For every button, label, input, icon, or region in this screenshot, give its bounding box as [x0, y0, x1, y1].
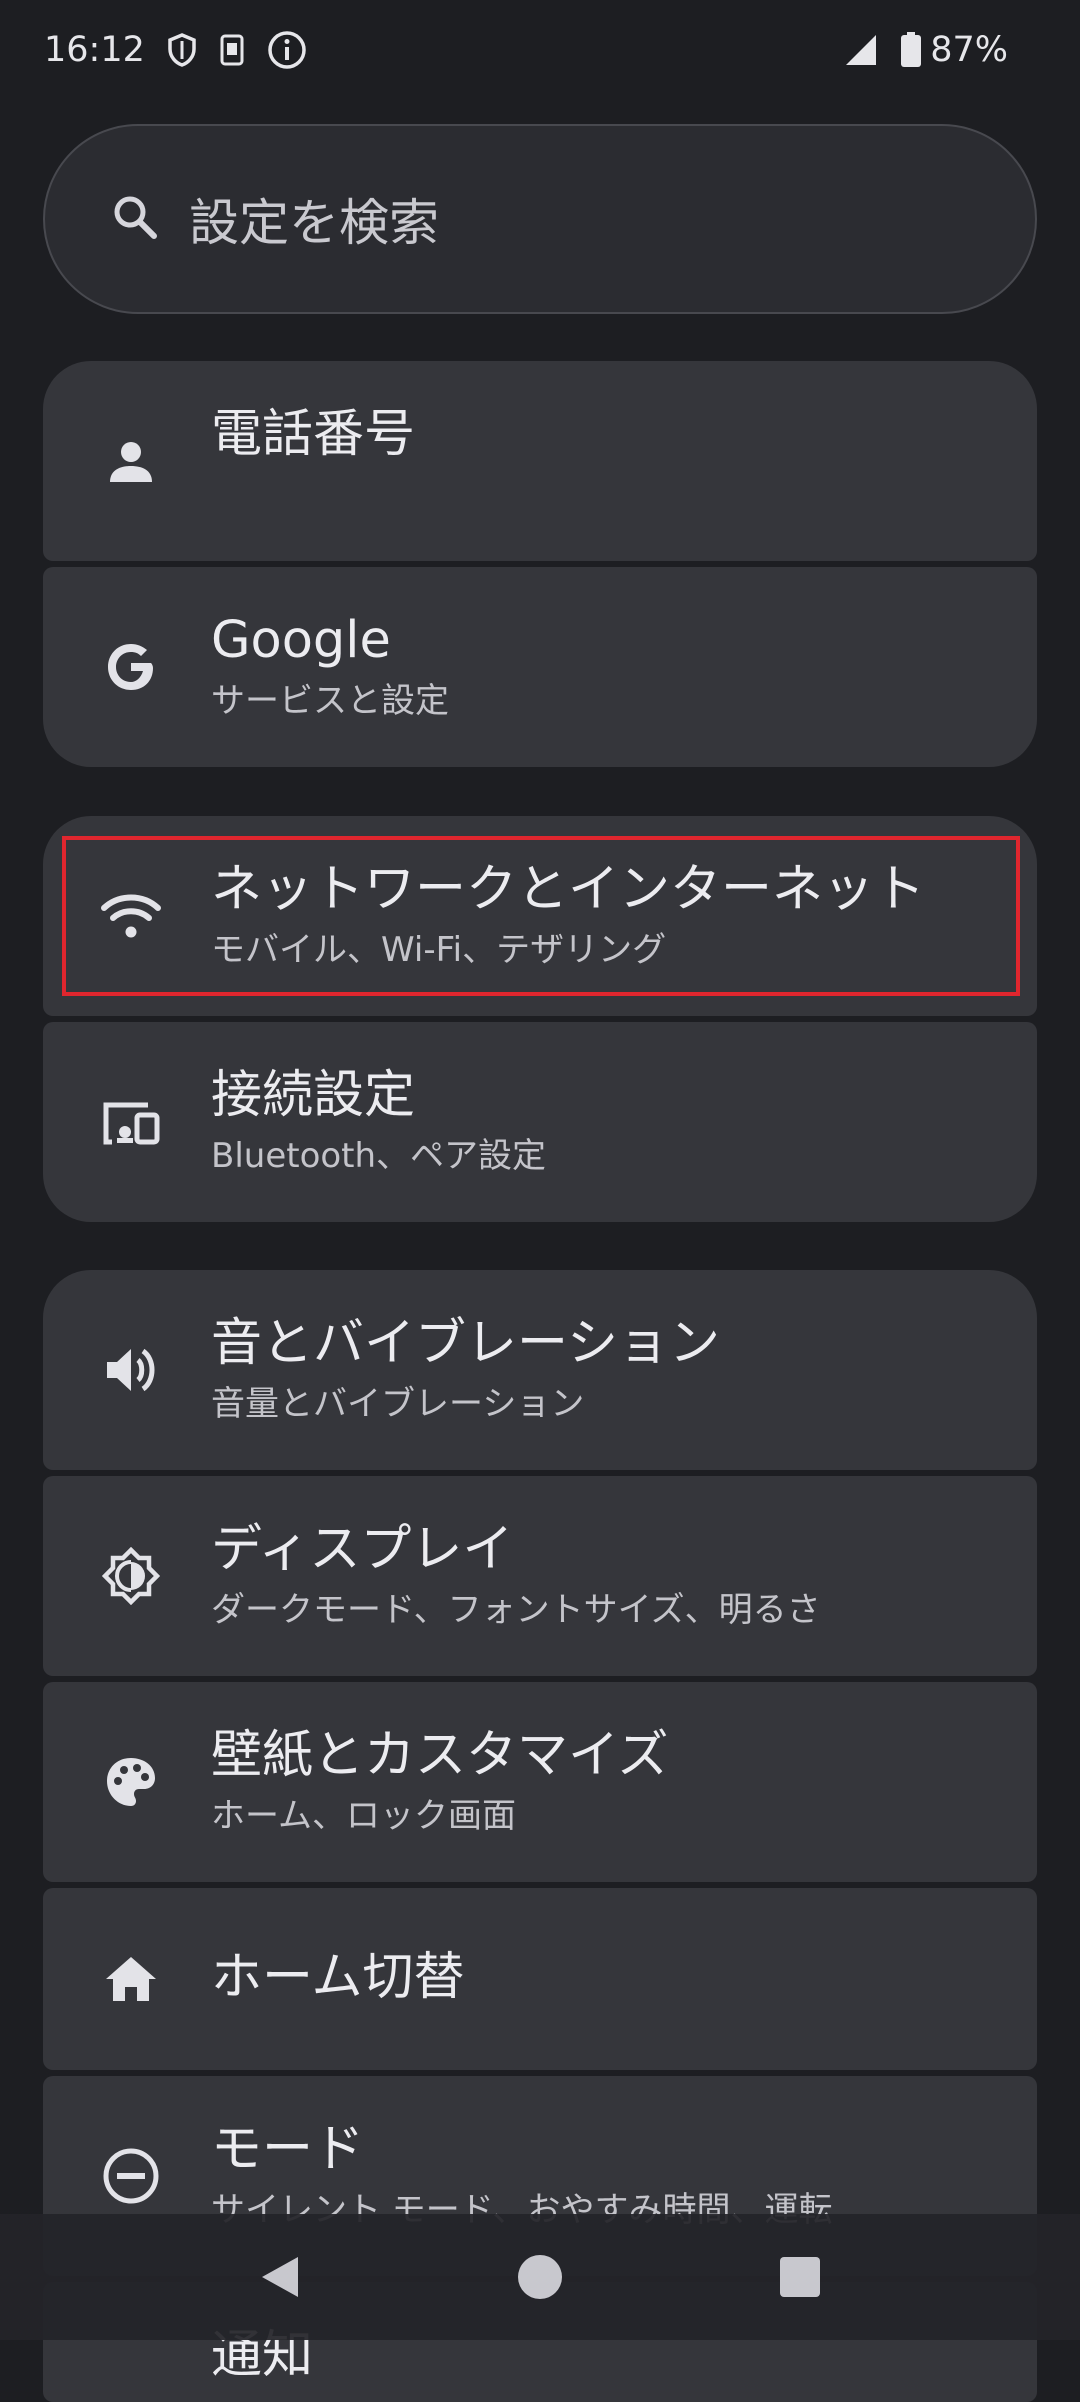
shield-icon: [167, 33, 197, 67]
navigation-bar: [0, 2214, 1080, 2340]
sim-icon: [219, 34, 245, 66]
home-icon: [101, 1949, 161, 2009]
item-subtitle: ダークモード、フォントサイズ、明るさ: [211, 1590, 821, 1630]
volume-icon: [101, 1340, 161, 1400]
battery-icon: [900, 32, 922, 68]
item-title: 接続設定: [211, 1066, 416, 1125]
item-title: ディスプレイ: [211, 1520, 514, 1579]
item-title: Google: [211, 611, 391, 670]
battery-level: 87%: [930, 30, 1008, 70]
status-time: 16:12: [44, 30, 145, 70]
item-subtitle: Bluetooth、ペア設定: [211, 1136, 547, 1176]
connected-devices-icon: [101, 1092, 161, 1152]
settings-item-wallpaper[interactable]: 壁紙とカスタマイズ ホーム、ロック画面: [43, 1682, 1037, 1882]
brightness-icon: [101, 1546, 161, 1606]
back-icon[interactable]: [235, 2232, 325, 2322]
item-title: ネットワークとインターネット: [211, 860, 926, 919]
item-title: 電話番号: [211, 405, 416, 464]
status-bar: 16:12 87%: [0, 0, 1080, 100]
settings-item-display[interactable]: ディスプレイ ダークモード、フォントサイズ、明るさ: [43, 1476, 1037, 1676]
home-circle-icon[interactable]: [495, 2232, 585, 2322]
settings-item-home-switch[interactable]: ホーム切替: [43, 1888, 1037, 2070]
info-icon: [267, 30, 307, 70]
item-subtitle: サービスと設定: [211, 681, 449, 721]
do-not-disturb-icon: [101, 2146, 161, 2206]
settings-item-google[interactable]: Google サービスと設定: [43, 567, 1037, 767]
search-bar[interactable]: 設定を検索: [43, 124, 1037, 314]
signal-icon: [844, 33, 878, 67]
search-icon: [109, 191, 161, 247]
item-title: 音とバイブレーション: [211, 1314, 720, 1373]
item-title: モード: [211, 2120, 365, 2179]
settings-item-network-internet[interactable]: ネットワークとインターネット モバイル、Wi-Fi、テザリング: [43, 816, 1037, 1016]
google-icon: [101, 637, 161, 697]
settings-item-phone-number[interactable]: 電話番号: [43, 361, 1037, 561]
search-placeholder: 設定を検索: [189, 194, 439, 252]
item-subtitle: ホーム、ロック画面: [211, 1796, 516, 1836]
settings-item-connected-devices[interactable]: 接続設定 Bluetooth、ペア設定: [43, 1022, 1037, 1222]
item-subtitle: 音量とバイブレーション: [211, 1384, 585, 1424]
recents-icon[interactable]: [755, 2232, 845, 2322]
item-subtitle: モバイル、Wi-Fi、テザリング: [211, 930, 667, 970]
wifi-icon: [101, 886, 161, 946]
settings-item-sound-vibration[interactable]: 音とバイブレーション 音量とバイブレーション: [43, 1270, 1037, 1470]
item-title: 壁紙とカスタマイズ: [211, 1726, 669, 1785]
person-icon: [101, 431, 161, 491]
palette-icon: [101, 1752, 161, 1812]
item-title: ホーム切替: [211, 1948, 465, 2007]
